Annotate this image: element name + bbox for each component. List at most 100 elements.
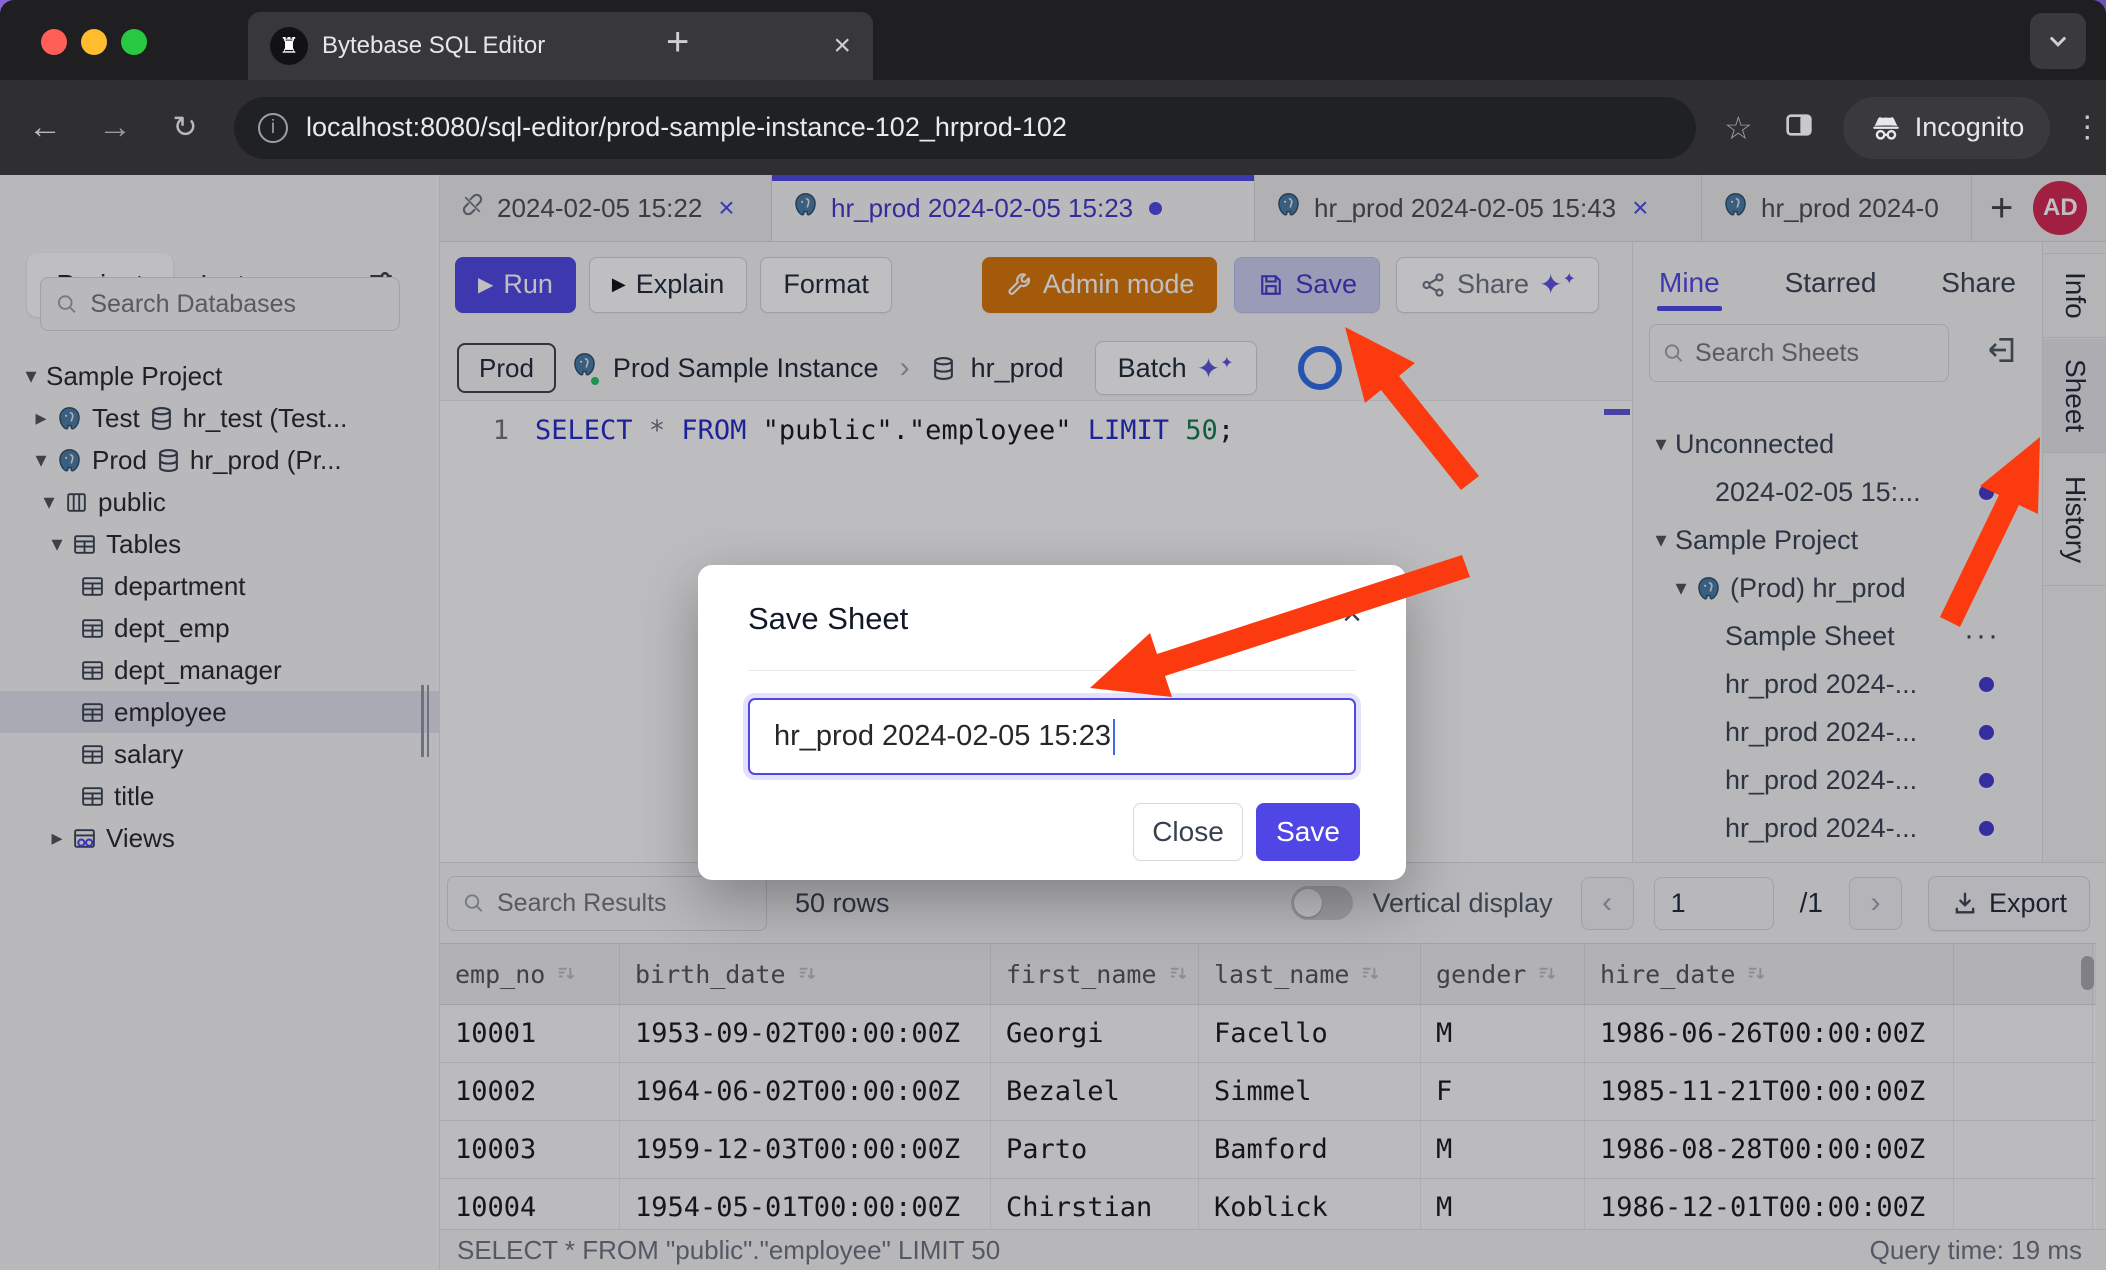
caret-right-icon[interactable]: ▸ (42, 825, 72, 851)
sort-icon[interactable] (1745, 963, 1768, 986)
sheet-search-input[interactable] (1693, 338, 1936, 369)
sheet-list-item[interactable]: ▾Sample Project (1633, 516, 2042, 564)
export-button[interactable]: Export (1928, 876, 2090, 931)
tree-item[interactable]: ▾Prodhr_prod (Pr... (0, 439, 440, 481)
sheet-tab-share[interactable]: Share (1941, 267, 2016, 299)
new-browser-tab-button[interactable]: + (666, 22, 689, 62)
results-search-box[interactable] (447, 876, 767, 931)
tree-item[interactable]: dept_emp (0, 607, 440, 649)
column-header[interactable]: last_name (1199, 944, 1421, 1004)
share-button[interactable]: Share ✦✦ (1396, 257, 1599, 313)
column-header[interactable]: hire_date (1585, 944, 1954, 1004)
caret-down-icon[interactable]: ▾ (26, 447, 56, 473)
tree-item[interactable]: ▾Sample Project (0, 355, 440, 397)
caret-down-icon[interactable]: ▾ (42, 531, 72, 557)
sheet-list-item[interactable]: hr_prod 2024-... (1633, 660, 2042, 708)
sheet-name-input[interactable]: hr_prod 2024-02-05 15:23 (748, 698, 1356, 775)
sheet-list-item[interactable]: hr_prod 2024-... (1633, 708, 2042, 756)
editor-tab-close-icon[interactable]: × (1632, 192, 1648, 224)
editor-tab[interactable]: hr_prod 2024-0 (1702, 175, 1972, 241)
editor-tab[interactable]: hr_prod 2024-02-05 15:23 (772, 175, 1255, 241)
column-header[interactable]: emp_no (440, 944, 620, 1004)
database-search-box[interactable] (40, 277, 400, 331)
tree-item[interactable]: title (0, 775, 440, 817)
more-actions-icon[interactable]: ··· (1964, 619, 2000, 653)
sort-icon[interactable] (1536, 963, 1559, 986)
dialog-close-icon[interactable]: × (1342, 595, 1362, 634)
sort-icon[interactable] (796, 963, 819, 986)
save-button[interactable]: Save (1234, 257, 1380, 313)
format-button[interactable]: Format (760, 257, 892, 313)
tab-search-button[interactable] (2030, 13, 2086, 69)
back-button[interactable]: ← (18, 108, 72, 147)
caret-down-icon[interactable]: ▾ (1647, 527, 1675, 553)
results-scrollbar[interactable] (2081, 956, 2094, 1216)
database-name[interactable]: hr_prod (971, 353, 1064, 384)
editor-tab-close-icon[interactable]: × (718, 192, 734, 224)
page-input[interactable] (1654, 877, 1774, 930)
explain-button[interactable]: ▶ Explain (589, 257, 747, 313)
browser-menu-icon[interactable]: ⋮ (2072, 110, 2102, 145)
window-maximize-button[interactable] (121, 29, 147, 55)
sidebar-resize-handle[interactable] (421, 685, 431, 757)
site-info-icon[interactable]: i (258, 113, 288, 143)
sheet-list-item[interactable]: hr_prod 2024-... (1633, 804, 2042, 852)
caret-right-icon[interactable]: ▸ (26, 405, 56, 431)
sheet-list-item[interactable]: ▾Unconnected (1633, 420, 2042, 468)
side-tab-sheet[interactable]: Sheet (2043, 339, 2106, 453)
bookmark-star-icon[interactable]: ☆ (1724, 109, 1753, 147)
database-search-input[interactable] (88, 289, 385, 320)
tree-item[interactable]: employee (0, 691, 440, 733)
tree-item[interactable]: ▸Views (0, 817, 440, 859)
next-page-button[interactable]: › (1849, 877, 1902, 930)
ai-assistant-icon[interactable] (1298, 346, 1342, 390)
new-editor-tab-button[interactable]: + (1972, 175, 2031, 241)
column-header[interactable]: birth_date (620, 944, 991, 1004)
sheet-list-item[interactable]: ▾(Prod) hr_prod (1633, 564, 2042, 612)
user-avatar[interactable]: AD (2033, 181, 2087, 235)
prev-page-button[interactable]: ‹ (1581, 877, 1634, 930)
column-header[interactable]: gender (1421, 944, 1585, 1004)
batch-button[interactable]: Batch ✦✦ (1095, 341, 1257, 395)
tree-item[interactable]: ▾Tables (0, 523, 440, 565)
tree-item[interactable]: ▾public (0, 481, 440, 523)
caret-down-icon[interactable]: ▾ (34, 489, 64, 515)
sort-icon[interactable] (555, 963, 578, 986)
editor-tab[interactable]: 2024-02-05 15:22× (440, 175, 772, 241)
side-tab-info[interactable]: Info (2043, 253, 2106, 338)
instance-name[interactable]: Prod Sample Instance (613, 353, 879, 384)
sort-icon[interactable] (1359, 963, 1382, 986)
browser-tab[interactable]: ♜ Bytebase SQL Editor × (248, 12, 873, 80)
sheet-search-box[interactable] (1649, 324, 1949, 382)
tree-item[interactable]: department (0, 565, 440, 607)
dialog-close-button[interactable]: Close (1133, 803, 1243, 861)
run-button[interactable]: ▶ Run (455, 257, 576, 313)
sheet-list-item[interactable]: hr_prod 2024-... (1633, 756, 2042, 804)
sheet-list-item[interactable]: Sample Sheet··· (1633, 612, 2042, 660)
sheet-list-item[interactable]: 2024-02-05 15:... (1633, 468, 2042, 516)
window-close-button[interactable] (41, 29, 67, 55)
sheet-tab-mine[interactable]: Mine (1659, 267, 1720, 299)
dialog-save-button[interactable]: Save (1256, 803, 1360, 861)
tree-item[interactable]: ▸Testhr_test (Test... (0, 397, 440, 439)
caret-down-icon[interactable]: ▾ (1667, 575, 1695, 601)
tree-item[interactable]: dept_manager (0, 649, 440, 691)
address-bar[interactable]: i localhost:8080/sql-editor/prod-sample-… (234, 97, 1696, 159)
vertical-display-toggle[interactable] (1291, 886, 1353, 920)
caret-down-icon[interactable]: ▾ (1647, 431, 1675, 457)
window-minimize-button[interactable] (81, 29, 107, 55)
side-tab-history[interactable]: History (2043, 454, 2106, 586)
reload-button[interactable]: ↻ (158, 110, 212, 145)
column-header[interactable]: first_name (991, 944, 1199, 1004)
admin-mode-button[interactable]: Admin mode (982, 257, 1218, 313)
side-panel-icon[interactable] (1783, 109, 1815, 146)
sheet-tab-starred[interactable]: Starred (1785, 267, 1877, 299)
editor-tab[interactable]: hr_prod 2024-02-05 15:43× (1255, 175, 1702, 241)
import-sheet-icon[interactable] (1986, 334, 2018, 371)
environment-chip[interactable]: Prod (457, 343, 556, 393)
sort-icon[interactable] (1167, 963, 1190, 986)
caret-down-icon[interactable]: ▾ (16, 363, 46, 389)
ai-sparkles-icon[interactable]: ✦✦ (1539, 268, 1576, 301)
browser-tab-close-icon[interactable]: × (833, 31, 851, 61)
tree-item[interactable]: salary (0, 733, 440, 775)
